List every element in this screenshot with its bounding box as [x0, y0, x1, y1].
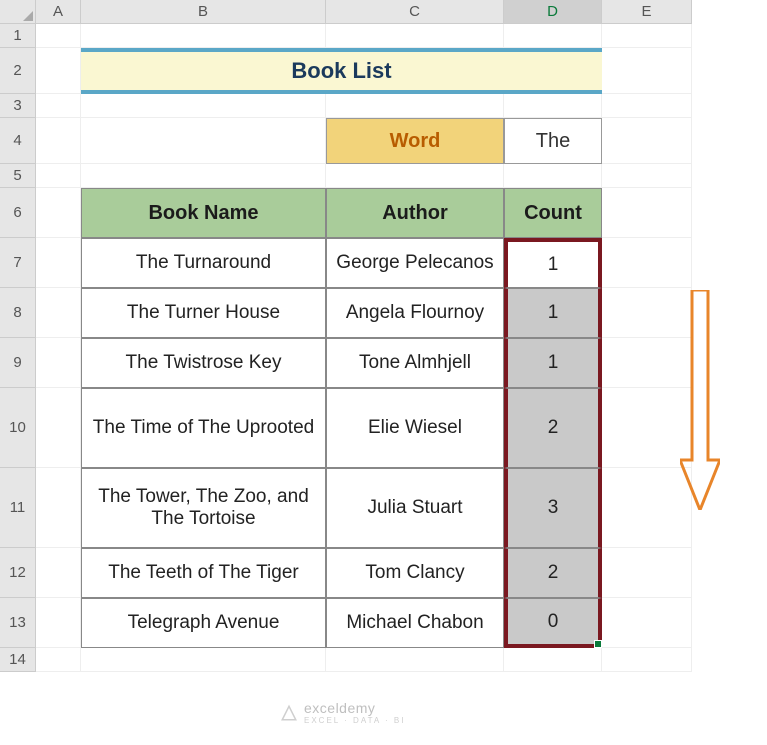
row-header-14[interactable]: 14: [0, 648, 36, 672]
row-header-4[interactable]: 4: [0, 118, 36, 164]
cell-C14[interactable]: [326, 648, 504, 672]
col-header-A[interactable]: A: [36, 0, 81, 24]
table-row[interactable]: George Pelecanos: [326, 238, 504, 288]
table-header-book: Book Name: [81, 188, 326, 238]
row-header-2[interactable]: 2: [0, 48, 36, 94]
cell-E8[interactable]: [602, 288, 692, 338]
cell-C1[interactable]: [326, 24, 504, 48]
table-row[interactable]: The Time of The Uprooted: [81, 388, 326, 468]
row-header-12[interactable]: 12: [0, 548, 36, 598]
cell-A7[interactable]: [36, 238, 81, 288]
cell-A5[interactable]: [36, 164, 81, 188]
table-header-count: Count: [504, 188, 602, 238]
cell-C5[interactable]: [326, 164, 504, 188]
cell-E2[interactable]: [602, 48, 692, 94]
col-header-C[interactable]: C: [326, 0, 504, 24]
page-title: Book List: [81, 48, 602, 94]
word-value-cell[interactable]: The: [504, 118, 602, 164]
cell-D1[interactable]: [504, 24, 602, 48]
count-cell[interactable]: 2: [504, 388, 602, 468]
spreadsheet-grid: A B C D E 1 2 Book List 3 4 Word The 5 6…: [0, 0, 767, 672]
watermark: exceldemy EXCEL · DATA · BI: [280, 700, 405, 725]
row-header-1[interactable]: 1: [0, 24, 36, 48]
cell-A2[interactable]: [36, 48, 81, 94]
table-row[interactable]: Telegraph Avenue: [81, 598, 326, 648]
row-header-8[interactable]: 8: [0, 288, 36, 338]
cell-E14[interactable]: [602, 648, 692, 672]
word-label: Word: [326, 118, 504, 164]
cell-A9[interactable]: [36, 338, 81, 388]
cell-E6[interactable]: [602, 188, 692, 238]
table-row[interactable]: Angela Flournoy: [326, 288, 504, 338]
row-header-13[interactable]: 13: [0, 598, 36, 648]
table-row[interactable]: The Turner House: [81, 288, 326, 338]
cell-E9[interactable]: [602, 338, 692, 388]
cell-E7[interactable]: [602, 238, 692, 288]
row-header-11[interactable]: 11: [0, 468, 36, 548]
col-header-E[interactable]: E: [602, 0, 692, 24]
cell-B14[interactable]: [81, 648, 326, 672]
cell-E5[interactable]: [602, 164, 692, 188]
cell-A1[interactable]: [36, 24, 81, 48]
cell-E3[interactable]: [602, 94, 692, 118]
row-header-6[interactable]: 6: [0, 188, 36, 238]
cell-A13[interactable]: [36, 598, 81, 648]
count-cell[interactable]: 1: [504, 338, 602, 388]
table-row[interactable]: The Twistrose Key: [81, 338, 326, 388]
count-value: 0: [548, 611, 559, 633]
table-row[interactable]: Michael Chabon: [326, 598, 504, 648]
cell-E10[interactable]: [602, 388, 692, 468]
count-cell[interactable]: 2: [504, 548, 602, 598]
row-header-3[interactable]: 3: [0, 94, 36, 118]
cell-E1[interactable]: [602, 24, 692, 48]
cell-C3[interactable]: [326, 94, 504, 118]
table-row[interactable]: Elie Wiesel: [326, 388, 504, 468]
table-row[interactable]: Tone Almhjell: [326, 338, 504, 388]
fill-handle-icon[interactable]: [594, 640, 602, 648]
count-cell[interactable]: 1: [504, 288, 602, 338]
table-row[interactable]: The Tower, The Zoo, and The Tortoise: [81, 468, 326, 548]
cell-E4[interactable]: [602, 118, 692, 164]
watermark-brand: exceldemy: [304, 700, 375, 716]
col-header-B[interactable]: B: [81, 0, 326, 24]
cell-A12[interactable]: [36, 548, 81, 598]
cell-D5[interactable]: [504, 164, 602, 188]
table-row[interactable]: The Teeth of The Tiger: [81, 548, 326, 598]
cell-D3[interactable]: [504, 94, 602, 118]
row-header-9[interactable]: 9: [0, 338, 36, 388]
cell-A10[interactable]: [36, 388, 81, 468]
count-cell[interactable]: 1: [504, 238, 602, 288]
cell-E11[interactable]: [602, 468, 692, 548]
select-all-corner[interactable]: [0, 0, 36, 24]
row-header-5[interactable]: 5: [0, 164, 36, 188]
watermark-tagline: EXCEL · DATA · BI: [304, 716, 405, 725]
cell-A14[interactable]: [36, 648, 81, 672]
cell-A11[interactable]: [36, 468, 81, 548]
cell-B1[interactable]: [81, 24, 326, 48]
count-cell[interactable]: 0: [504, 598, 602, 648]
cell-A8[interactable]: [36, 288, 81, 338]
cell-A6[interactable]: [36, 188, 81, 238]
cell-A4[interactable]: [36, 118, 81, 164]
table-row[interactable]: Julia Stuart: [326, 468, 504, 548]
cell-E13[interactable]: [602, 598, 692, 648]
row-header-10[interactable]: 10: [0, 388, 36, 468]
cell-B5[interactable]: [81, 164, 326, 188]
cell-B3[interactable]: [81, 94, 326, 118]
cell-A3[interactable]: [36, 94, 81, 118]
count-cell[interactable]: 3: [504, 468, 602, 548]
col-header-D[interactable]: D: [504, 0, 602, 24]
table-row[interactable]: Tom Clancy: [326, 548, 504, 598]
table-header-author: Author: [326, 188, 504, 238]
logo-icon: [280, 704, 298, 722]
cell-E12[interactable]: [602, 548, 692, 598]
cell-B4[interactable]: [81, 118, 326, 164]
table-row[interactable]: The Turnaround: [81, 238, 326, 288]
row-header-7[interactable]: 7: [0, 238, 36, 288]
cell-D14[interactable]: [504, 648, 602, 672]
